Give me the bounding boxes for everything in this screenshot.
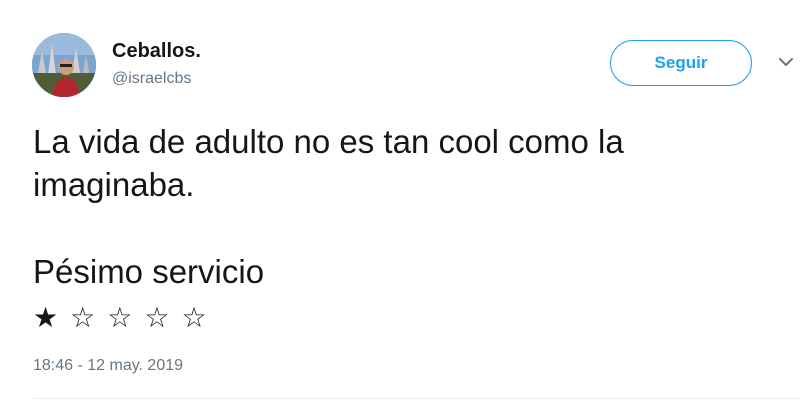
tweet-card: Ceballos. @israelcbs Seguir La vida de a… xyxy=(0,0,800,403)
tweet-text-line: La vida de adulto no es tan cool como la xyxy=(33,123,624,160)
star-empty-icon: ☆ xyxy=(70,301,96,334)
avatar-photo xyxy=(32,33,96,97)
star-empty-icon: ☆ xyxy=(181,301,207,334)
tweet-text: La vida de adulto no es tan cool como la… xyxy=(33,120,773,206)
user-name[interactable]: Ceballos. xyxy=(112,40,201,63)
rating-title: Pésimo servicio xyxy=(33,253,265,290)
user-handle[interactable]: @israelcbs xyxy=(112,70,191,88)
timestamp[interactable]: 18:46 - 12 may. 2019 xyxy=(33,357,183,375)
avatar[interactable] xyxy=(32,33,96,97)
follow-button[interactable]: Seguir xyxy=(610,40,752,86)
star-rating: ★ ☆ ☆ ☆ ☆ xyxy=(33,300,219,336)
chevron-down-icon[interactable] xyxy=(778,56,794,68)
tweet-text-line: imaginaba. xyxy=(33,166,195,203)
star-filled-icon: ★ xyxy=(33,301,59,334)
star-empty-icon: ☆ xyxy=(144,301,170,334)
divider xyxy=(33,398,800,399)
star-empty-icon: ☆ xyxy=(107,301,133,334)
